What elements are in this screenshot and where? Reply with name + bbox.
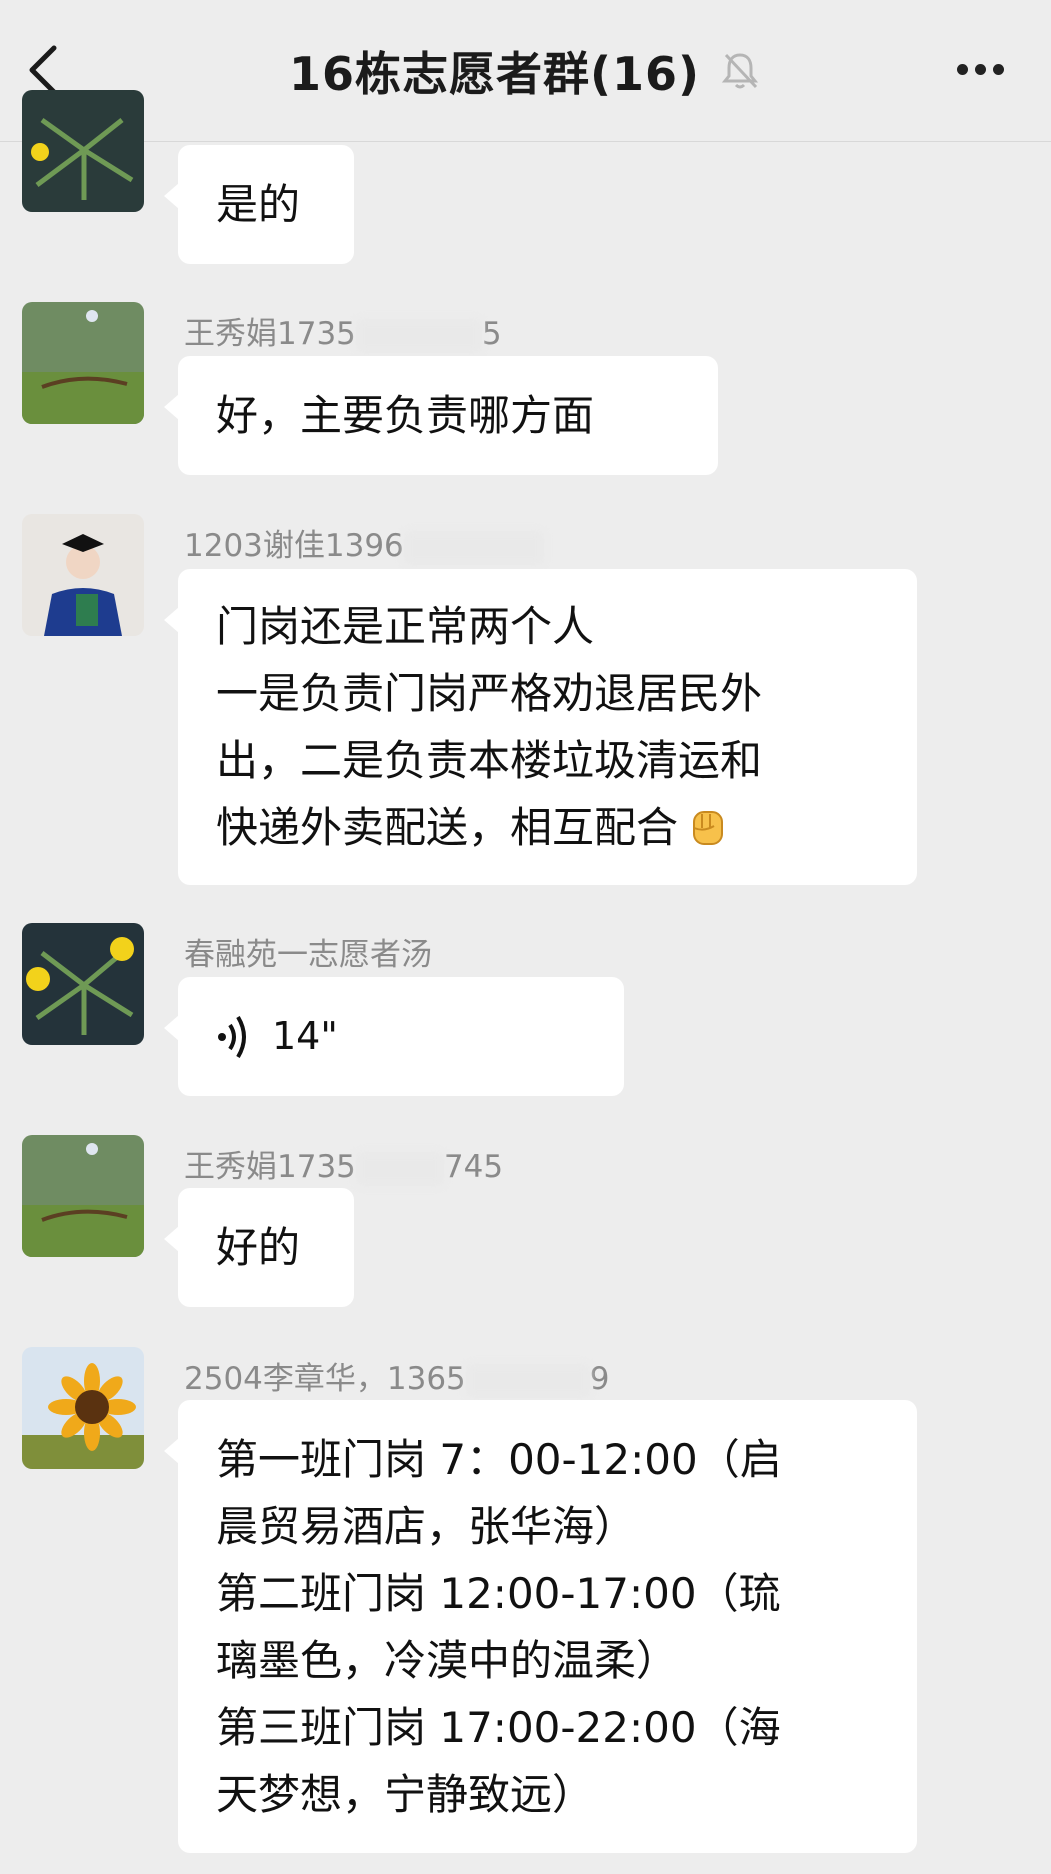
message-text: 好，主要负责哪方面 — [216, 391, 595, 440]
sender-name: 1203谢佳1396 — [184, 520, 544, 565]
chat-header: 16栋志愿者群(16) — [0, 0, 1051, 142]
message-text-last-line: 快递外卖配送，相互配合 — [216, 794, 879, 861]
sender-name: 2504李章华，1365 9 — [184, 1361, 610, 1398]
avatar[interactable] — [22, 90, 144, 212]
voice-wave-icon — [218, 1015, 246, 1058]
avatar[interactable] — [22, 514, 144, 636]
message-text: 出，二是负责本楼垃圾清运和 — [216, 736, 763, 785]
avatar[interactable] — [22, 1347, 144, 1469]
bell-slash-icon — [721, 53, 759, 89]
sender-name: 王秀娟1735 5 — [184, 316, 502, 353]
message-text: 是的 — [216, 180, 301, 229]
fist-emoji — [693, 811, 724, 845]
message-bubble[interactable]: 好，主要负责哪方面 — [164, 356, 718, 475]
message-bubble[interactable]: 好的 — [164, 1188, 354, 1307]
avatar[interactable] — [22, 923, 144, 1045]
message-bubble[interactable]: 门岗还是正常两个人 一是负责门岗严格劝退居民外 出，二是负责本楼垃圾清运和 快递… — [164, 569, 917, 885]
message-text: 一是负责门岗严格劝退居民外 — [216, 669, 763, 718]
sender-name: 春融苑一志愿者汤 — [184, 937, 432, 973]
message-bubble[interactable]: 第一班门岗 7：00-12:00（启 晨贸易酒店，张华海） 第二班门岗 12:0… — [164, 1400, 917, 1853]
chat-title-row: 16栋志愿者群(16) — [0, 38, 1051, 104]
message-text: 晨贸易酒店，张华海） — [216, 1502, 637, 1551]
avatar[interactable] — [22, 302, 144, 424]
ellipsis-icon[interactable] — [951, 58, 1011, 82]
message-text: 好的 — [216, 1223, 301, 1272]
voice-message-bubble[interactable]: 14" — [164, 977, 624, 1096]
message-text: 璃墨色，冷漠中的温柔） — [216, 1636, 679, 1685]
message-text: 天梦想，宁静致远） — [216, 1770, 595, 1819]
avatar[interactable] — [22, 1135, 144, 1257]
message-text: 第二班门岗 12:00-17:00（琉 — [216, 1569, 781, 1618]
chat-title: 16栋志愿者群(16) — [288, 47, 701, 101]
message-text: 第一班门岗 7：00-12:00（启 — [216, 1435, 782, 1484]
message-text: 门岗还是正常两个人 — [216, 602, 595, 651]
message-text: 第三班门岗 17:00-22:00（海 — [216, 1703, 781, 1752]
voice-duration: 14" — [272, 1014, 338, 1058]
message-bubble[interactable]: 是的 — [164, 145, 354, 264]
sender-name: 王秀娟1735 745 — [184, 1149, 504, 1186]
